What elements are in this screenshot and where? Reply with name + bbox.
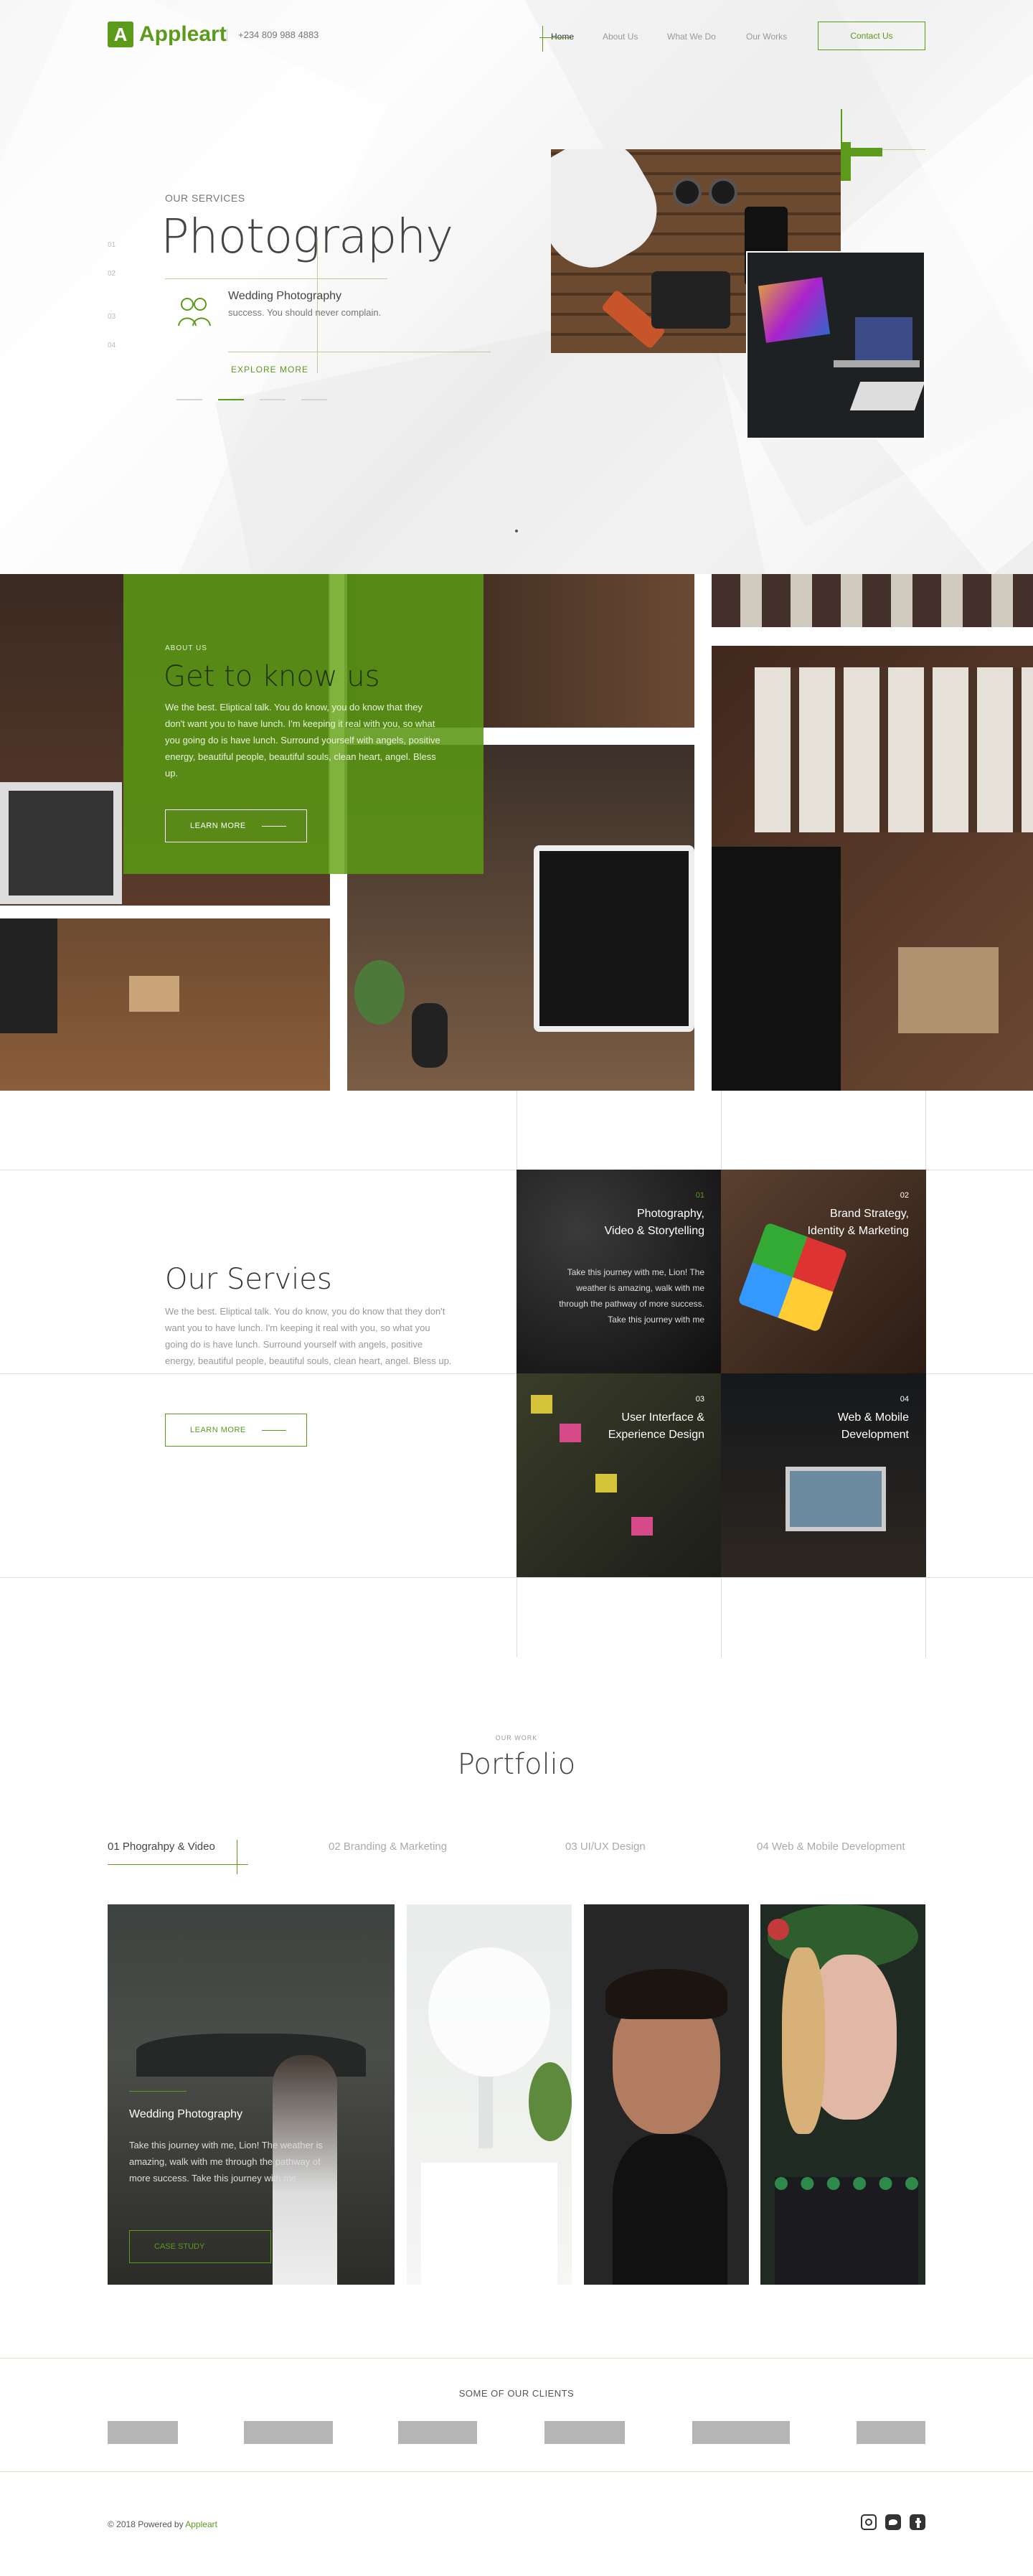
client-logo[interactable] — [857, 2421, 925, 2444]
slide-number[interactable]: 04 — [108, 342, 115, 349]
slider-dot-active[interactable] — [218, 399, 244, 400]
services-title: Our Servies — [165, 1263, 332, 1296]
divider — [0, 2358, 1033, 2359]
logo-icon[interactable]: A — [108, 22, 133, 47]
tile-title: Brand Strategy, Identity & Marketing — [808, 1205, 909, 1240]
portfolio-subtitle: OUR WORK — [495, 1734, 538, 1741]
tile-title: Web & Mobile Development — [838, 1409, 909, 1444]
about-learn-more-button[interactable]: LEARN MORE — [165, 809, 307, 842]
case-accent-line — [129, 2091, 187, 2092]
about-button-label: LEARN MORE — [190, 822, 246, 830]
phone-number: +234 809 988 4883 — [227, 29, 319, 42]
instagram-icon[interactable] — [861, 2514, 877, 2530]
portfolio-card-wedding[interactable] — [108, 1904, 395, 2285]
case-title: Wedding Photography — [129, 2108, 243, 2120]
about-text: We the best. Eliptical talk. You do know… — [165, 702, 440, 779]
case-text: Take this journey with me, Lion! The wea… — [129, 2140, 324, 2184]
tile-title-line: Video & Storytelling — [604, 1225, 704, 1237]
slide-number[interactable]: 03 — [108, 313, 115, 321]
tile-title-line: Development — [841, 1429, 909, 1441]
about-subtitle: ABOUT US — [165, 644, 207, 652]
about-photo-2 — [0, 918, 330, 1091]
facebook-icon[interactable] — [910, 2514, 925, 2530]
tile-text: Take this journey with me, Lion! The wea… — [559, 1267, 704, 1325]
slide-number[interactable]: 02 — [108, 270, 115, 278]
service-tile-uiux[interactable]: 03 User Interface & Experience Design — [516, 1373, 722, 1577]
arrow-line-icon — [262, 1430, 286, 1431]
tile-number: 02 — [900, 1191, 909, 1200]
client-logo[interactable] — [108, 2421, 178, 2444]
arrow-line-icon — [262, 826, 286, 827]
tile-number: 04 — [900, 1395, 909, 1404]
twitter-icon[interactable] — [885, 2514, 901, 2530]
service-tile-web-mobile[interactable]: 04 Web & Mobile Development — [721, 1373, 926, 1577]
tile-title-line: Experience Design — [608, 1429, 704, 1441]
scroll-indicator — [515, 530, 518, 532]
client-logo[interactable] — [544, 2421, 625, 2444]
contact-button[interactable]: Contact Us — [818, 22, 925, 50]
slide-number[interactable]: 01 — [108, 241, 115, 249]
about-title: Get to know us — [164, 660, 380, 693]
services-button-label: LEARN MORE — [190, 1426, 246, 1434]
portfolio-card-table[interactable] — [407, 1904, 572, 2285]
portfolio-card-portrait-woman[interactable] — [760, 1904, 925, 2285]
footer-brand-link[interactable]: Appleart — [185, 2519, 217, 2529]
hero-accent-block — [841, 142, 851, 181]
tile-number: 03 — [695, 1395, 704, 1404]
footer-copyright: © 2018 Powered by Appleart — [108, 2519, 217, 2529]
hero-item-title: Wedding Photography — [228, 290, 342, 302]
client-logo[interactable] — [244, 2421, 333, 2444]
clients-title: SOME OF OUR CLIENTS — [458, 2388, 575, 2399]
hero-title: Photography — [161, 209, 453, 264]
tab-branding[interactable]: 02 Branding & Marketing — [329, 1841, 447, 1853]
nav-about[interactable]: About Us — [603, 32, 638, 42]
hero-photo-laptop — [746, 251, 925, 439]
tile-title-line: Web & Mobile — [837, 1411, 909, 1424]
portfolio-title: Portfolio — [457, 1748, 576, 1781]
tile-title-line: Brand Strategy, — [830, 1208, 909, 1220]
footer-text: © 2018 Powered by — [108, 2519, 184, 2529]
case-study-button[interactable]: CASE STUDY — [129, 2230, 271, 2263]
explore-more-link[interactable]: EXPLORE MORE — [231, 365, 308, 375]
tile-title-line: User Interface & — [621, 1411, 704, 1424]
client-logo[interactable] — [398, 2421, 477, 2444]
nav-active-tick — [542, 26, 543, 52]
slider-dot[interactable] — [260, 399, 286, 400]
client-logo[interactable] — [692, 2421, 790, 2444]
hero-guide-v — [317, 237, 318, 373]
tab-photography[interactable]: 01 Phograhpy & Video — [108, 1841, 215, 1853]
slider-dot[interactable] — [176, 399, 202, 400]
about-photo-6 — [712, 646, 1033, 1091]
tile-title-line: Photography, — [637, 1208, 704, 1220]
service-tile-branding[interactable]: 02 Brand Strategy, Identity & Marketing — [721, 1170, 926, 1373]
divider — [0, 2471, 1033, 2472]
hero-item-text: success. You should never complain. — [228, 307, 382, 318]
tile-title: Photography, Video & Storytelling — [605, 1205, 704, 1240]
hero-guide-h — [165, 278, 387, 279]
grid-line — [0, 1577, 1033, 1578]
tile-title: User Interface & Experience Design — [608, 1409, 704, 1444]
hero-accent-line — [882, 149, 925, 150]
brand-name[interactable]: Appleart — [139, 22, 227, 47]
service-tile-photography[interactable]: 01 Photography, Video & Storytelling Take… — [516, 1170, 722, 1373]
services-text: We the best. Eliptical talk. You do know… — [165, 1306, 452, 1366]
tab-uiux[interactable]: 03 UI/UX Design — [565, 1841, 646, 1853]
nav-our-works[interactable]: Our Works — [746, 32, 787, 42]
about-photo-5 — [712, 574, 1033, 627]
tile-title-line: Identity & Marketing — [807, 1225, 909, 1237]
services-learn-more-button[interactable]: LEARN MORE — [165, 1414, 307, 1447]
tab-active-line — [108, 1864, 248, 1865]
nav-what-we-do[interactable]: What We Do — [667, 32, 716, 42]
tile-number: 01 — [695, 1191, 704, 1200]
nav-active-line — [539, 37, 571, 38]
portfolio-card-portrait-man[interactable] — [584, 1904, 749, 2285]
tab-web-mobile[interactable]: 04 Web & Mobile Development — [757, 1841, 905, 1853]
wedding-couple-icon — [178, 298, 211, 326]
hero-subtitle: OUR SERVICES — [165, 192, 245, 204]
slider-dot[interactable] — [301, 399, 327, 400]
nav-home[interactable]: Home — [551, 32, 574, 42]
